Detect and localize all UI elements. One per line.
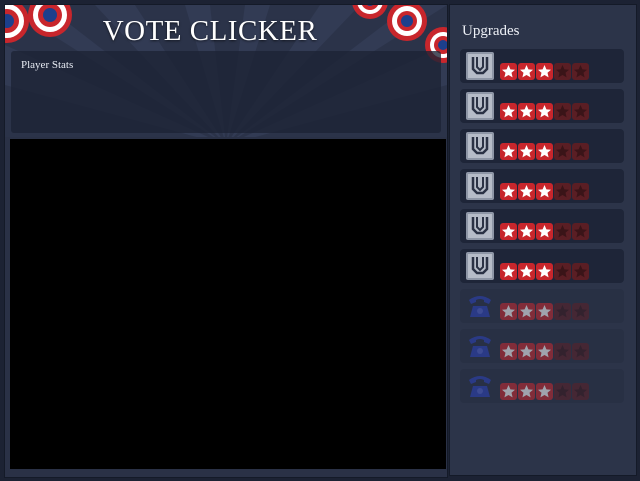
star-icon (500, 263, 517, 280)
left-panel: VOTE CLICKER Player Stats (4, 4, 448, 478)
header-banner: VOTE CLICKER Player Stats (5, 5, 447, 137)
star-icon (572, 223, 589, 240)
star-icon (554, 343, 571, 360)
star-icon (572, 143, 589, 160)
telephone-icon (466, 332, 494, 365)
upgrade-item[interactable] (460, 249, 624, 283)
game-canvas[interactable] (10, 139, 446, 469)
star-icon (572, 343, 589, 360)
ballot-box-icon (466, 132, 494, 165)
star-icon (518, 343, 535, 360)
star-icon (518, 383, 535, 400)
star-icon (518, 103, 535, 120)
star-icon (536, 63, 553, 80)
star-icon (554, 103, 571, 120)
star-icon (500, 183, 517, 200)
star-icon (572, 263, 589, 280)
ballot-box-icon (466, 172, 494, 205)
upgrades-panel: Upgrades (449, 4, 637, 476)
upgrades-title: Upgrades (462, 23, 520, 39)
star-icon (554, 63, 571, 80)
upgrade-item[interactable] (460, 369, 624, 403)
telephone-icon (466, 292, 494, 325)
star-icon (518, 223, 535, 240)
ballot-box-icon (466, 212, 494, 245)
star-icon (572, 383, 589, 400)
star-icon (500, 343, 517, 360)
star-icon (554, 143, 571, 160)
star-icon (518, 143, 535, 160)
upgrade-item[interactable] (460, 49, 624, 83)
star-icon (500, 103, 517, 120)
star-icon (500, 223, 517, 240)
star-icon (554, 263, 571, 280)
star-icon (572, 63, 589, 80)
star-icon (536, 263, 553, 280)
star-icon (500, 303, 517, 320)
star-icon (554, 303, 571, 320)
star-icon (500, 63, 517, 80)
star-icon (536, 183, 553, 200)
star-icon (518, 303, 535, 320)
star-icon (536, 383, 553, 400)
star-icon (554, 183, 571, 200)
star-icon (500, 383, 517, 400)
upgrade-item[interactable] (460, 329, 624, 363)
player-stats-label: Player Stats (21, 59, 74, 71)
upgrade-item[interactable] (460, 209, 624, 243)
ballot-box-icon (466, 52, 494, 85)
star-icon (572, 303, 589, 320)
upgrade-item[interactable] (460, 169, 624, 203)
star-icon (518, 263, 535, 280)
star-icon (572, 103, 589, 120)
upgrade-item[interactable] (460, 89, 624, 123)
star-icon (536, 143, 553, 160)
star-icon (554, 223, 571, 240)
star-icon (536, 303, 553, 320)
star-icon (572, 183, 589, 200)
star-icon (518, 183, 535, 200)
star-icon (500, 143, 517, 160)
player-stats-panel: Player Stats (11, 51, 441, 133)
star-icon (536, 223, 553, 240)
star-icon (554, 383, 571, 400)
star-icon (536, 103, 553, 120)
telephone-icon (466, 372, 494, 405)
ballot-box-icon (466, 252, 494, 285)
upgrade-item[interactable] (460, 129, 624, 163)
star-icon (536, 343, 553, 360)
star-icon (518, 63, 535, 80)
game-title: VOTE CLICKER (102, 15, 318, 47)
ballot-box-icon (466, 92, 494, 125)
upgrade-item[interactable] (460, 289, 624, 323)
